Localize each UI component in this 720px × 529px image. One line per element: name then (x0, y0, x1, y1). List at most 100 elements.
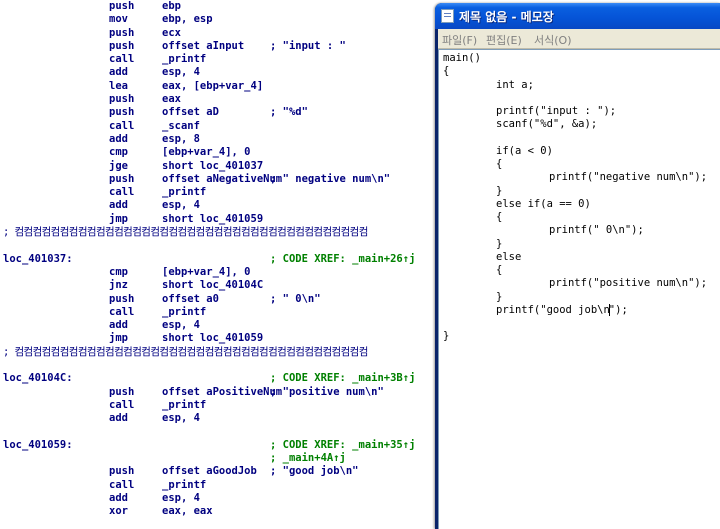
mnemonic: call (109, 305, 135, 318)
disasm-line[interactable]: add esp, 4 (0, 412, 440, 425)
comment: ; "%d" (270, 106, 308, 119)
disasm-line[interactable]: add esp, 8 (0, 133, 440, 146)
comment: ; "input : " (270, 39, 346, 52)
code-text: int a; (496, 78, 534, 91)
operand: offset aInput (162, 39, 245, 52)
disasm-line[interactable]: ; _main+4A↑j (0, 452, 440, 465)
comment: ; " 0\n" (270, 292, 321, 305)
mnemonic: push (109, 172, 135, 185)
text-editor[interactable]: main() { int a; printf("input : "); scanf("%… (438, 49, 720, 529)
mnemonic: xor (109, 505, 128, 518)
code-text: printf("good job\n (496, 303, 610, 316)
disasm-line[interactable]: jge short loc_401037 (0, 160, 440, 173)
operand: short loc_401059 (162, 332, 264, 345)
disasm-line[interactable]: add esp, 4 (0, 66, 440, 79)
disasm-line[interactable]: cmp [ebp+var_4], 0 (0, 266, 440, 279)
mnemonic: add (109, 132, 128, 145)
code-text: { (496, 264, 503, 276)
xref-comment: ; _main+4A↑j (270, 452, 346, 465)
disasm-line[interactable]: xor eax, eax (0, 505, 440, 518)
disasm-line[interactable]: add esp, 4 (0, 492, 440, 505)
disasm-line[interactable]: call _printf (0, 479, 440, 492)
disasm-line[interactable]: call _printf (0, 399, 440, 412)
disasm-line[interactable] (0, 239, 440, 252)
disasm-line[interactable]: ; 컴컴컴컴컴컴컴컴컴컴컴컴컴컴컴컴컴컴컴컴컴컴컴컴컴컴컴컴컴컴컴컴컴컴컴컴컴컴… (0, 226, 440, 239)
operand: eax, eax (162, 505, 213, 518)
disasm-line[interactable]: jmp short loc_401059 (0, 332, 440, 345)
mnemonic: cmp (109, 146, 128, 159)
disasm-line[interactable]: jnz short loc_40104C (0, 279, 440, 292)
mnemonic: jnz (109, 279, 128, 292)
disasm-line[interactable]: jmp short loc_401059 (0, 213, 440, 226)
disasm-line[interactable]: add esp, 4 (0, 319, 440, 332)
operand: esp, 4 (162, 491, 200, 504)
disasm-line[interactable]: loc_401059: ; CODE XREF: _main+35↑j (0, 439, 440, 452)
disasm-line[interactable]: call _printf (0, 186, 440, 199)
disasm-line[interactable]: push offset aNegativeNum; " negative num\… (0, 173, 440, 186)
operand: ebp, esp (162, 13, 213, 26)
disasm-line[interactable]: push offset a0 ; " 0\n" (0, 293, 440, 306)
operand: _printf (162, 398, 207, 411)
code-text: } (443, 330, 450, 343)
operand: short loc_401037 (162, 159, 264, 172)
disasm-line[interactable]: mov ebp, esp (0, 13, 440, 26)
disasm-line[interactable]: push offset aGoodJob ; "good job\n" (0, 465, 440, 478)
disasm-line[interactable]: push ecx (0, 27, 440, 40)
disasm-line[interactable]: push eax (0, 93, 440, 106)
menu-file[interactable]: 파일(F) (442, 32, 477, 48)
code-text: if(a < 0) (496, 144, 553, 157)
operand: _printf (162, 305, 207, 318)
code-text: } (496, 184, 503, 197)
disasm-line[interactable]: ; 컴컴컴컴컴컴컴컴컴컴컴컴컴컴컴컴컴컴컴컴컴컴컴컴컴컴컴컴컴컴컴컴컴컴컴컴컴컴… (0, 346, 440, 359)
mnemonic: add (109, 491, 128, 504)
code-text: main() (443, 52, 481, 64)
notepad-titlebar[interactable]: 제목 없음 - 메모장 (435, 3, 720, 29)
disasm-line[interactable]: call _printf (0, 53, 440, 66)
operand: esp, 4 (162, 199, 200, 212)
disasm-line[interactable]: push offset aPositiveNum; "positive num\n… (0, 386, 440, 399)
code-text: printf("input : "); (496, 105, 617, 117)
disasm-line[interactable] (0, 359, 440, 372)
mnemonic: call (109, 478, 135, 491)
mnemonic: push (109, 292, 135, 305)
disasm-line[interactable]: call _scanf (0, 120, 440, 133)
disasm-line[interactable]: push offset aD ; "%d" (0, 106, 440, 119)
operand: ebp (162, 0, 181, 12)
disasm-line[interactable]: call _printf (0, 306, 440, 319)
disasm-line[interactable]: push ebp (0, 0, 440, 13)
disasm-line[interactable] (0, 426, 440, 439)
disasm-line[interactable]: push offset aInput ; "input : " (0, 40, 440, 53)
operand: _printf (162, 186, 207, 199)
mnemonic: jmp (109, 212, 128, 225)
operand: short loc_40104C (162, 279, 264, 292)
disasm-line[interactable]: loc_401037: ; CODE XREF: _main+26↑j (0, 253, 440, 266)
mnemonic: jmp (109, 332, 128, 345)
operand: [ebp+var_4], 0 (162, 146, 251, 159)
menu-edit[interactable]: 편집(E) (486, 32, 522, 48)
operand: short loc_401059 (162, 212, 264, 225)
notepad-icon (441, 9, 454, 23)
mnemonic: push (109, 465, 135, 478)
operand: _printf (162, 478, 207, 491)
mnemonic: lea (109, 79, 128, 92)
code-text: } (496, 290, 503, 303)
disasm-line[interactable]: cmp [ebp+var_4], 0 (0, 146, 440, 159)
mnemonic: add (109, 319, 128, 332)
menu-format[interactable]: 서식(O) (534, 32, 571, 48)
operand: offset aPositiveNum (162, 385, 283, 398)
code-text: scanf("%d", &a); (496, 118, 598, 131)
disassembly-listing[interactable]: push ebp mov ebp, esp push ecx push offset aInp… (0, 0, 440, 529)
xref-comment: ; CODE XREF: _main+3B↑j (270, 372, 416, 385)
code-text: printf(" 0\n"); (549, 224, 644, 237)
separator: ; 컴컴컴컴컴컴컴컴컴컴컴컴컴컴컴컴컴컴컴컴컴컴컴컴컴컴컴컴컴컴컴컴컴컴컴컴컴컴… (3, 345, 368, 358)
disasm-line[interactable]: loc_40104C: ; CODE XREF: _main+3B↑j (0, 372, 440, 385)
code-text: } (496, 237, 503, 250)
disasm-line[interactable]: lea eax, [ebp+var_4] (0, 80, 440, 93)
disasm-line[interactable]: add esp, 4 (0, 199, 440, 212)
operand: offset aNegativeNum (162, 172, 283, 185)
comment: ; " negative num\n" (270, 172, 391, 185)
mnemonic: cmp (109, 265, 128, 278)
operand: offset a0 (162, 292, 219, 305)
operand: _scanf (162, 119, 200, 132)
notepad-window[interactable]: 제목 없음 - 메모장 파일(F) 편집(E) 서식(O) main() { int… (435, 3, 720, 529)
